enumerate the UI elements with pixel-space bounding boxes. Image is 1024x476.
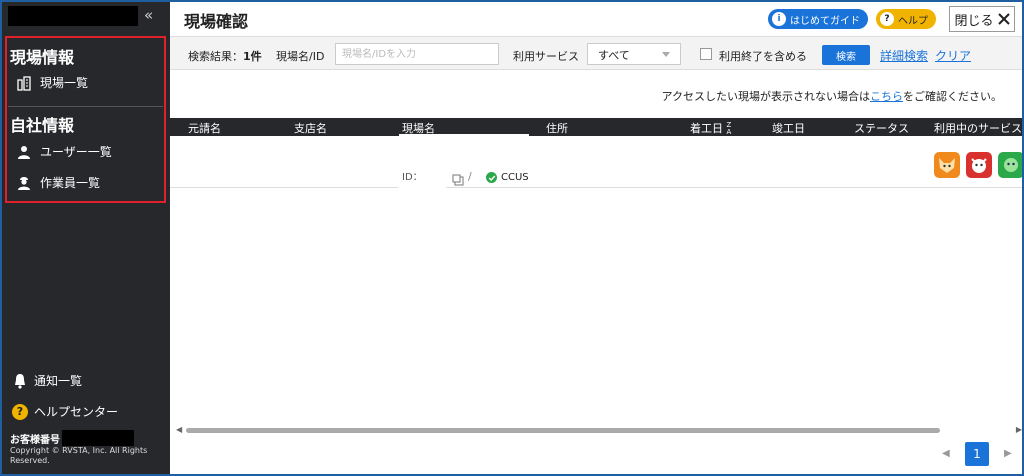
help-button[interactable]: ? ヘルプ xyxy=(876,9,936,29)
character-service-icon[interactable] xyxy=(966,152,992,178)
close-button[interactable]: 閉じる xyxy=(949,6,1015,32)
sidebar-item-help-center[interactable]: ? ヘルプセンター xyxy=(12,403,118,420)
sidebar-item-label: 作業員一覧 xyxy=(40,176,101,190)
column-header-branch[interactable]: 支店名 xyxy=(294,120,327,136)
main-content: 現場確認 i はじめてガイド ? ヘルプ 閉じる 検索結果：1件 現場名/ID … xyxy=(170,2,1022,474)
sidebar-item-label: ユーザー一覧 xyxy=(40,145,112,159)
column-header-address[interactable]: 住所 xyxy=(546,120,568,136)
check-circle-icon xyxy=(486,172,497,183)
service-select[interactable]: すべて xyxy=(587,43,681,65)
search-button[interactable]: 検索 xyxy=(822,45,870,65)
question-icon: ? xyxy=(880,12,894,26)
service-select-value: すべて xyxy=(598,49,630,62)
scrollbar-thumb[interactable] xyxy=(186,428,940,433)
ccus-label: CCUS xyxy=(501,172,529,183)
notice-suffix: をご確認ください。 xyxy=(903,90,1002,103)
sort-icon: ZA xyxy=(726,121,732,136)
table-header: 元請名 支店名 現場名 住所 着工日 ZA 竣工日 ステータス 利用中のサービス xyxy=(170,118,1022,136)
customer-number: お客様番号 xyxy=(10,430,134,446)
copy-icon[interactable] xyxy=(452,174,464,186)
start-date-label: 着工日 xyxy=(690,122,723,135)
user-icon xyxy=(18,145,30,159)
app-frame: « 現場情報 現場一覧 自社情報 ユーザー一覧 作業員一覧 通知一覧 ? ヘルプ… xyxy=(2,2,1022,474)
building-icon xyxy=(17,75,31,91)
guide-button-label: はじめてガイド xyxy=(790,15,860,27)
result-label: 検索結果： xyxy=(188,50,243,63)
search-bar: 検索結果：1件 現場名/ID 利用サービス すべて 利用終了を含める 検索 詳細… xyxy=(170,36,1022,70)
id-label: ID： xyxy=(402,172,423,183)
fox-service-icon[interactable] xyxy=(934,152,960,178)
column-header-end-date[interactable]: 竣工日 xyxy=(772,120,805,136)
clear-link[interactable]: クリア xyxy=(935,47,971,64)
result-count-value: 1件 xyxy=(243,50,262,63)
sidebar-divider xyxy=(8,106,163,107)
row-divider xyxy=(170,187,398,188)
sidebar-item-label: 現場一覧 xyxy=(40,76,89,90)
section-company-info: 自社情報 xyxy=(10,116,75,135)
sidebar-header: « xyxy=(2,2,170,32)
pagination-next-icon[interactable]: ▶ xyxy=(1004,448,1012,459)
leaf-service-icon[interactable] xyxy=(998,152,1022,178)
horizontal-scrollbar[interactable]: ◀ ▶ xyxy=(176,425,1022,435)
sidebar-item-site-list[interactable]: 現場一覧 xyxy=(16,74,88,91)
sidebar: « 現場情報 現場一覧 自社情報 ユーザー一覧 作業員一覧 通知一覧 ? ヘルプ… xyxy=(2,2,170,474)
close-icon xyxy=(997,13,1010,25)
notice-prefix: アクセスしたい現場が表示されない場合は xyxy=(661,90,870,103)
pagination-page-button[interactable]: 1 xyxy=(965,442,989,466)
sidebar-item-user-list[interactable]: ユーザー一覧 xyxy=(16,143,112,160)
column-header-start-date[interactable]: 着工日 ZA xyxy=(690,120,731,136)
customer-number-label: お客様番号 xyxy=(10,434,60,446)
company-logo-redacted xyxy=(8,6,138,26)
worker-icon xyxy=(18,176,30,190)
advanced-search-link[interactable]: 詳細検索 xyxy=(880,47,928,64)
column-header-status[interactable]: ステータス xyxy=(854,120,909,136)
service-label: 利用サービス xyxy=(513,50,579,63)
close-button-label: 閉じる xyxy=(954,13,994,29)
collapse-sidebar-icon[interactable]: « xyxy=(144,6,153,24)
scroll-left-icon[interactable]: ◀ xyxy=(176,425,182,434)
site-search-input[interactable] xyxy=(335,43,499,65)
customer-number-redacted xyxy=(62,430,134,446)
chevron-down-icon xyxy=(662,52,670,57)
site-name-label: 現場名/ID xyxy=(276,50,325,63)
separator-slash: / xyxy=(468,170,472,183)
page-title: 現場確認 xyxy=(184,12,249,31)
guide-icon: i xyxy=(772,12,786,26)
result-count: 検索結果：1件 xyxy=(188,48,262,64)
bell-icon xyxy=(15,373,25,389)
sidebar-item-worker-list[interactable]: 作業員一覧 xyxy=(16,174,100,191)
row-divider xyxy=(446,187,1022,188)
help-button-label: ヘルプ xyxy=(898,15,928,27)
question-icon: ? xyxy=(12,403,28,420)
sidebar-item-label: ヘルプセンター xyxy=(34,405,119,419)
notice-link[interactable]: こちら xyxy=(870,90,903,103)
copyright-text: Copyright © RVSTA, Inc. All Rights Reser… xyxy=(10,446,148,465)
include-ended-checkbox[interactable] xyxy=(700,48,712,60)
include-ended-label: 利用終了を含める xyxy=(719,50,807,63)
access-notice: アクセスしたい現場が表示されない場合はこちらをご確認ください。 xyxy=(662,88,1002,104)
pagination-prev-icon[interactable]: ◀ xyxy=(942,448,950,459)
scroll-right-icon[interactable]: ▶ xyxy=(1016,425,1022,434)
table-row[interactable]: ID： / CCUS xyxy=(170,136,1022,188)
sidebar-item-label: 通知一覧 xyxy=(34,374,83,388)
sidebar-item-notifications[interactable]: 通知一覧 xyxy=(12,372,82,389)
column-header-contractor[interactable]: 元請名 xyxy=(188,120,221,136)
ccus-badge: CCUS xyxy=(486,172,529,183)
section-site-info: 現場情報 xyxy=(10,48,75,67)
guide-button[interactable]: i はじめてガイド xyxy=(768,9,868,29)
column-header-services[interactable]: 利用中のサービス xyxy=(934,120,1022,136)
